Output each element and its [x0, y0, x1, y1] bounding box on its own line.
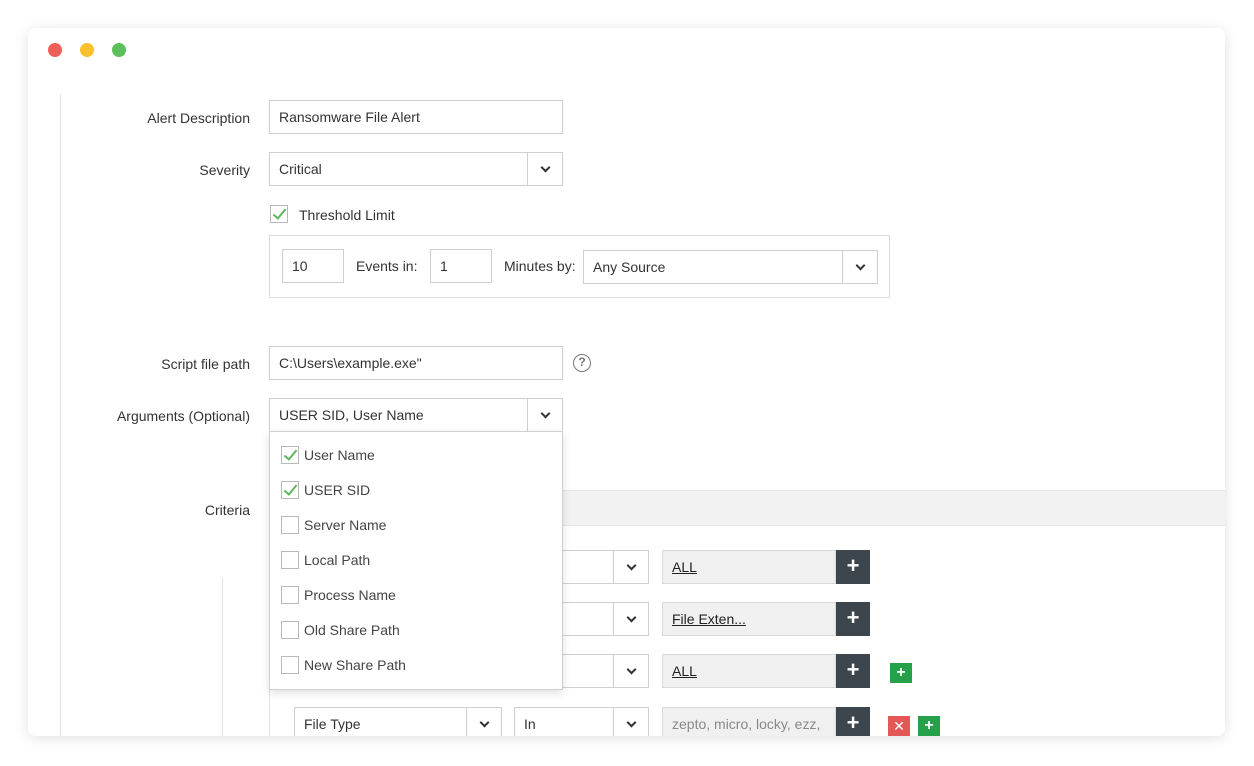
criteria-label: Criteria: [204, 502, 250, 518]
arguments-label: Arguments (Optional): [116, 408, 250, 424]
alert-description-input[interactable]: Ransomware File Alert: [269, 100, 563, 134]
option-checkbox[interactable]: [281, 481, 299, 499]
option-checkbox[interactable]: [281, 656, 299, 674]
criteria-operator-value: In: [524, 716, 536, 732]
criteria-value-field[interactable]: File Exten...: [662, 602, 836, 636]
arguments-option-server-name[interactable]: Server Name: [270, 508, 562, 543]
add-criteria-button[interactable]: +: [918, 716, 940, 736]
title-bar: [28, 28, 1225, 74]
threshold-panel: 10 Events in: 1 Minutes by: Any Source: [269, 235, 890, 298]
minutes-by-label: Minutes by:: [504, 258, 576, 274]
threshold-limit-checkbox[interactable]: [270, 205, 288, 223]
option-label: New Share Path: [304, 657, 406, 673]
severity-value: Critical: [279, 161, 322, 177]
chevron-down-icon[interactable]: [842, 251, 877, 283]
arguments-value: USER SID, User Name: [279, 407, 424, 423]
remove-criteria-button[interactable]: ✕: [888, 716, 910, 736]
script-file-path-label: Script file path: [161, 356, 250, 372]
option-label: Process Name: [304, 587, 396, 603]
option-checkbox[interactable]: [281, 551, 299, 569]
minimize-window-button[interactable]: [80, 43, 94, 57]
script-file-path-input[interactable]: C:\Users\example.exe": [269, 346, 563, 380]
arguments-option-process-name[interactable]: Process Name: [270, 578, 562, 613]
add-value-button[interactable]: +: [836, 550, 870, 584]
option-checkbox[interactable]: [281, 621, 299, 639]
severity-label: Severity: [199, 162, 250, 178]
criteria-value-placeholder: zepto, micro, locky, ezz,: [672, 716, 821, 732]
chevron-down-icon[interactable]: [613, 708, 648, 736]
option-label: Old Share Path: [304, 622, 400, 638]
arguments-dropdown: User Name USER SID Server Name Local Pat…: [269, 431, 563, 690]
events-in-label: Events in:: [356, 258, 418, 274]
criteria-operator-select[interactable]: In: [514, 707, 649, 736]
chevron-down-icon[interactable]: [613, 603, 648, 635]
criteria-value-link[interactable]: ALL: [672, 663, 697, 679]
criteria-field-value: File Type: [304, 716, 361, 732]
option-checkbox[interactable]: [281, 516, 299, 534]
minutes-input[interactable]: 1: [430, 249, 492, 283]
add-value-button[interactable]: +: [836, 707, 870, 736]
chevron-down-icon[interactable]: [527, 153, 562, 185]
chevron-down-icon[interactable]: [527, 399, 562, 431]
chevron-down-icon[interactable]: [466, 708, 501, 736]
arguments-select[interactable]: USER SID, User Name: [269, 398, 563, 432]
add-value-button[interactable]: +: [836, 602, 870, 636]
help-icon[interactable]: ?: [573, 354, 591, 372]
arguments-option-old-share-path[interactable]: Old Share Path: [270, 613, 562, 648]
option-checkbox[interactable]: [281, 446, 299, 464]
app-window: Alert Description Ransomware File Alert …: [28, 28, 1225, 736]
criteria-field-select[interactable]: File Type: [294, 707, 502, 736]
close-window-button[interactable]: [48, 43, 62, 57]
severity-select[interactable]: Critical: [269, 152, 563, 186]
source-select[interactable]: Any Source: [583, 250, 878, 284]
arguments-option-user-name[interactable]: User Name: [270, 438, 562, 473]
option-label: User Name: [304, 447, 375, 463]
option-label: USER SID: [304, 482, 371, 498]
add-value-button[interactable]: +: [836, 654, 870, 688]
criteria-tree-line: [222, 578, 223, 736]
criteria-value-link[interactable]: ALL: [672, 559, 697, 575]
option-label: Server Name: [304, 517, 387, 533]
criteria-value-field[interactable]: ALL: [662, 654, 836, 688]
threshold-limit-label: Threshold Limit: [299, 207, 395, 223]
option-label: Local Path: [304, 552, 371, 568]
chevron-down-icon[interactable]: [613, 655, 648, 687]
chevron-down-icon[interactable]: [613, 551, 648, 583]
criteria-value-input[interactable]: zepto, micro, locky, ezz,: [662, 707, 836, 736]
criteria-value-field[interactable]: ALL: [662, 550, 836, 584]
arguments-option-user-sid[interactable]: USER SID: [270, 473, 562, 508]
maximize-window-button[interactable]: [112, 43, 126, 57]
source-value: Any Source: [593, 259, 666, 275]
alert-form: Alert Description Ransomware File Alert …: [28, 74, 1225, 736]
add-criteria-button[interactable]: +: [890, 663, 912, 683]
alert-description-label: Alert Description: [147, 110, 250, 126]
criteria-value-link[interactable]: File Exten...: [672, 611, 746, 627]
arguments-option-local-path[interactable]: Local Path: [270, 543, 562, 578]
events-count-input[interactable]: 10: [282, 249, 344, 283]
option-checkbox[interactable]: [281, 586, 299, 604]
arguments-option-new-share-path[interactable]: New Share Path: [270, 648, 562, 683]
